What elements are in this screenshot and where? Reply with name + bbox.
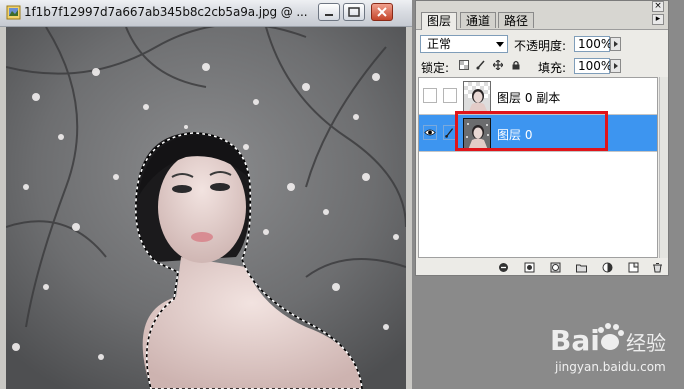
watermark-url: jingyan.baidu.com xyxy=(555,360,666,374)
layer-thumbnail xyxy=(463,81,491,112)
minimize-icon xyxy=(325,14,333,16)
lock-all-icon[interactable] xyxy=(511,60,521,70)
blend-mode-value: 正常 xyxy=(427,37,452,51)
watermark-brand-suffix: 经验 xyxy=(626,331,666,355)
opacity-label: 不透明度: xyxy=(514,39,567,53)
opacity-input[interactable]: 100% xyxy=(574,36,612,52)
fill-input[interactable]: 100% xyxy=(574,58,612,74)
close-button[interactable] xyxy=(371,3,393,21)
layers-scrollbar[interactable] xyxy=(659,77,668,258)
link-toggle[interactable] xyxy=(443,88,457,103)
add-style-icon[interactable] xyxy=(524,262,535,273)
tab-channels[interactable]: 通道 xyxy=(460,12,497,28)
layer-row[interactable]: 图层 0 副本 xyxy=(419,78,657,115)
chevron-down-icon xyxy=(496,42,504,47)
maximize-button[interactable] xyxy=(343,3,365,21)
maximize-icon xyxy=(348,7,360,17)
panel-tabs: 图层 通道 路径 × ▸ xyxy=(416,1,668,30)
lock-transparent-icon[interactable] xyxy=(459,60,469,70)
opacity-stepper-icon[interactable] xyxy=(610,37,621,51)
annotation-highlight-box xyxy=(455,111,608,151)
tab-paths[interactable]: 路径 xyxy=(498,12,535,28)
watermark-brand: Bai xyxy=(550,324,600,357)
add-mask-icon[interactable] xyxy=(550,262,561,273)
new-group-icon[interactable] xyxy=(576,262,587,273)
panel-footer xyxy=(416,259,668,275)
link-layers-icon[interactable] xyxy=(498,262,509,273)
panel-close-icon[interactable]: × xyxy=(652,1,664,12)
blend-mode-select[interactable]: 正常 xyxy=(420,35,508,53)
eye-icon[interactable] xyxy=(423,125,437,140)
photoshop-document-icon xyxy=(6,5,21,20)
image-canvas[interactable] xyxy=(6,27,406,389)
portrait-photo xyxy=(6,27,406,389)
document-titlebar[interactable]: 1f1b7f12997d7a667ab345b8c2cb5a9a.jpg @ .… xyxy=(0,0,412,27)
visibility-toggle[interactable] xyxy=(423,88,437,103)
adjustment-layer-icon[interactable] xyxy=(602,262,613,273)
layer-name: 图层 0 副本 xyxy=(497,91,561,105)
baidu-jingyan-watermark: Bai 经验 xyxy=(550,323,666,357)
fill-label: 填充: xyxy=(538,61,567,75)
tab-layers[interactable]: 图层 xyxy=(421,12,458,30)
lock-move-icon[interactable] xyxy=(493,60,503,70)
layers-list: 图层 0 副本 图层 0 xyxy=(418,77,658,258)
fill-stepper-icon[interactable] xyxy=(610,59,621,73)
minimize-button[interactable] xyxy=(318,3,340,21)
document-window: 1f1b7f12997d7a667ab345b8c2cb5a9a.jpg @ .… xyxy=(0,0,412,389)
paw-icon xyxy=(598,323,624,350)
panel-menu-icon[interactable]: ▸ xyxy=(652,14,664,25)
lock-label: 锁定: xyxy=(421,61,450,75)
delete-layer-icon[interactable] xyxy=(652,262,663,273)
close-icon xyxy=(377,7,387,17)
document-title: 1f1b7f12997d7a667ab345b8c2cb5a9a.jpg @ .… xyxy=(24,5,308,19)
lock-paint-icon[interactable] xyxy=(476,60,486,70)
new-layer-icon[interactable] xyxy=(628,262,639,273)
